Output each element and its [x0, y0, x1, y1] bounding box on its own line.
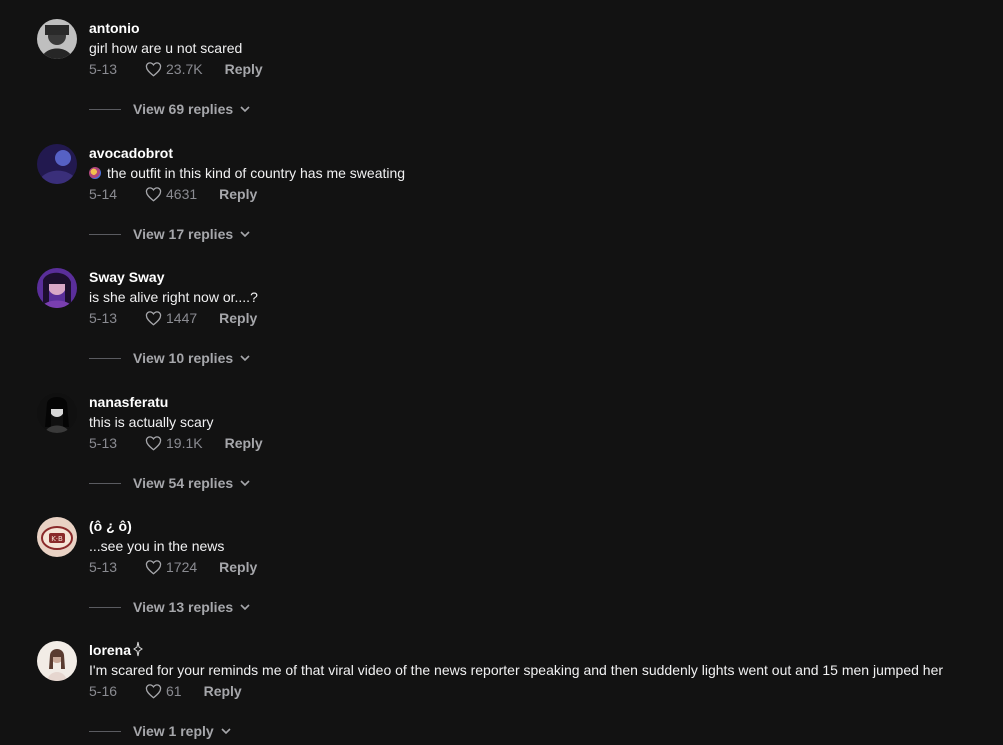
- reply-button[interactable]: Reply: [225, 61, 263, 77]
- divider-line: [89, 233, 121, 235]
- avatar[interactable]: [37, 268, 77, 308]
- like-button[interactable]: 4631: [145, 186, 197, 202]
- comment-meta: 5-13 23.7K Reply: [89, 59, 263, 79]
- like-count: 1724: [166, 559, 198, 575]
- comment-meta: 5-13 1724 Reply: [89, 557, 257, 577]
- username-text: lorena: [89, 642, 132, 658]
- comment-username[interactable]: lorena: [89, 641, 143, 659]
- comment-meta: 5-13 19.1K Reply: [89, 433, 263, 453]
- comment-username[interactable]: Sway Sway: [89, 268, 165, 286]
- like-button[interactable]: 19.1K: [145, 435, 203, 451]
- view-replies-label: View 54 replies: [133, 475, 234, 491]
- divider-line: [89, 730, 121, 732]
- reply-button[interactable]: Reply: [204, 683, 242, 699]
- view-replies-button[interactable]: View 1 reply: [89, 721, 232, 741]
- heart-outline-icon: [145, 187, 162, 202]
- comment-text: I'm scared for your reminds me of that v…: [89, 662, 944, 678]
- chevron-down-icon: [240, 231, 250, 238]
- comment-item: avocadobrot the outfit in this kind of c…: [37, 144, 1003, 268]
- avatar[interactable]: [37, 19, 77, 59]
- heart-outline-icon: [145, 560, 162, 575]
- like-button[interactable]: 1447: [145, 310, 197, 326]
- comment-username[interactable]: avocadobrot: [89, 144, 173, 162]
- view-replies-button[interactable]: View 54 replies: [89, 473, 251, 493]
- emoji-icon: [89, 167, 101, 179]
- view-replies-label: View 69 replies: [133, 101, 234, 117]
- avatar[interactable]: [37, 393, 77, 433]
- view-replies-label: View 17 replies: [133, 226, 234, 242]
- comment-meta: 5-14 4631 Reply: [89, 184, 257, 204]
- divider-line: [89, 108, 121, 110]
- chevron-down-icon: [240, 355, 250, 362]
- comment-item: nanasferatu this is actually scary 5-13 …: [37, 393, 1003, 517]
- reply-button[interactable]: Reply: [219, 559, 257, 575]
- chevron-down-icon: [240, 480, 250, 487]
- comment-date: 5-14: [89, 186, 118, 202]
- chevron-down-icon: [240, 604, 250, 611]
- comment-meta: 5-13 1447 Reply: [89, 308, 257, 328]
- reply-button[interactable]: Reply: [219, 310, 257, 326]
- reply-button[interactable]: Reply: [225, 435, 263, 451]
- like-button[interactable]: 1724: [145, 559, 197, 575]
- comment-date: 5-13: [89, 559, 118, 575]
- view-replies-button[interactable]: View 17 replies: [89, 224, 251, 244]
- like-count: 61: [166, 683, 182, 699]
- view-replies-button[interactable]: View 69 replies: [89, 99, 251, 119]
- heart-outline-icon: [145, 684, 162, 699]
- comment-username[interactable]: (ô ¿ ô): [89, 517, 132, 535]
- avatar[interactable]: [37, 144, 77, 184]
- like-count: 4631: [166, 186, 198, 202]
- heart-outline-icon: [145, 436, 162, 451]
- heart-outline-icon: [145, 311, 162, 326]
- chevron-down-icon: [240, 106, 250, 113]
- view-replies-label: View 10 replies: [133, 350, 234, 366]
- comment-list: antonio girl how are u not scared 5-13 2…: [0, 0, 1003, 745]
- view-replies-button[interactable]: View 13 replies: [89, 597, 251, 617]
- comment-item: K·B (ô ¿ ô) ...see you in the news 5-13 …: [37, 517, 1003, 641]
- comment-date: 5-13: [89, 435, 118, 451]
- reply-button[interactable]: Reply: [219, 186, 257, 202]
- comment-text: is she alive right now or....?: [89, 289, 258, 305]
- view-replies-button[interactable]: View 10 replies: [89, 348, 251, 368]
- divider-line: [89, 482, 121, 484]
- like-button[interactable]: 61: [145, 683, 182, 699]
- heart-outline-icon: [145, 62, 162, 77]
- comment-meta: 5-16 61 Reply: [89, 681, 242, 701]
- like-button[interactable]: 23.7K: [145, 61, 203, 77]
- comment-date: 5-16: [89, 683, 118, 699]
- like-count: 23.7K: [166, 61, 203, 77]
- comment-text: ...see you in the news: [89, 538, 225, 554]
- divider-line: [89, 606, 121, 608]
- comment-item: Sway Sway is she alive right now or....?…: [37, 268, 1003, 392]
- avatar[interactable]: [37, 641, 77, 681]
- like-count: 19.1K: [166, 435, 203, 451]
- comment-username[interactable]: antonio: [89, 19, 140, 37]
- view-replies-label: View 13 replies: [133, 599, 234, 615]
- comment-item: antonio girl how are u not scared 5-13 2…: [37, 19, 1003, 143]
- chevron-down-icon: [221, 728, 231, 735]
- comment-date: 5-13: [89, 61, 118, 77]
- avatar[interactable]: K·B: [37, 517, 77, 557]
- comment-text: this is actually scary: [89, 414, 214, 430]
- divider-line: [89, 357, 121, 359]
- comment-text-body: the outfit in this kind of country has m…: [107, 165, 406, 181]
- comment-username[interactable]: nanasferatu: [89, 393, 168, 411]
- comment-date: 5-13: [89, 310, 118, 326]
- comment-text: girl how are u not scared: [89, 40, 243, 56]
- view-replies-label: View 1 reply: [133, 723, 214, 739]
- like-count: 1447: [166, 310, 198, 326]
- comment-text: the outfit in this kind of country has m…: [89, 164, 405, 182]
- svg-text:K·B: K·B: [51, 535, 63, 543]
- sparkle-icon: [133, 641, 143, 657]
- comment-item: lorena I'm scared for your reminds me of…: [37, 641, 1003, 745]
